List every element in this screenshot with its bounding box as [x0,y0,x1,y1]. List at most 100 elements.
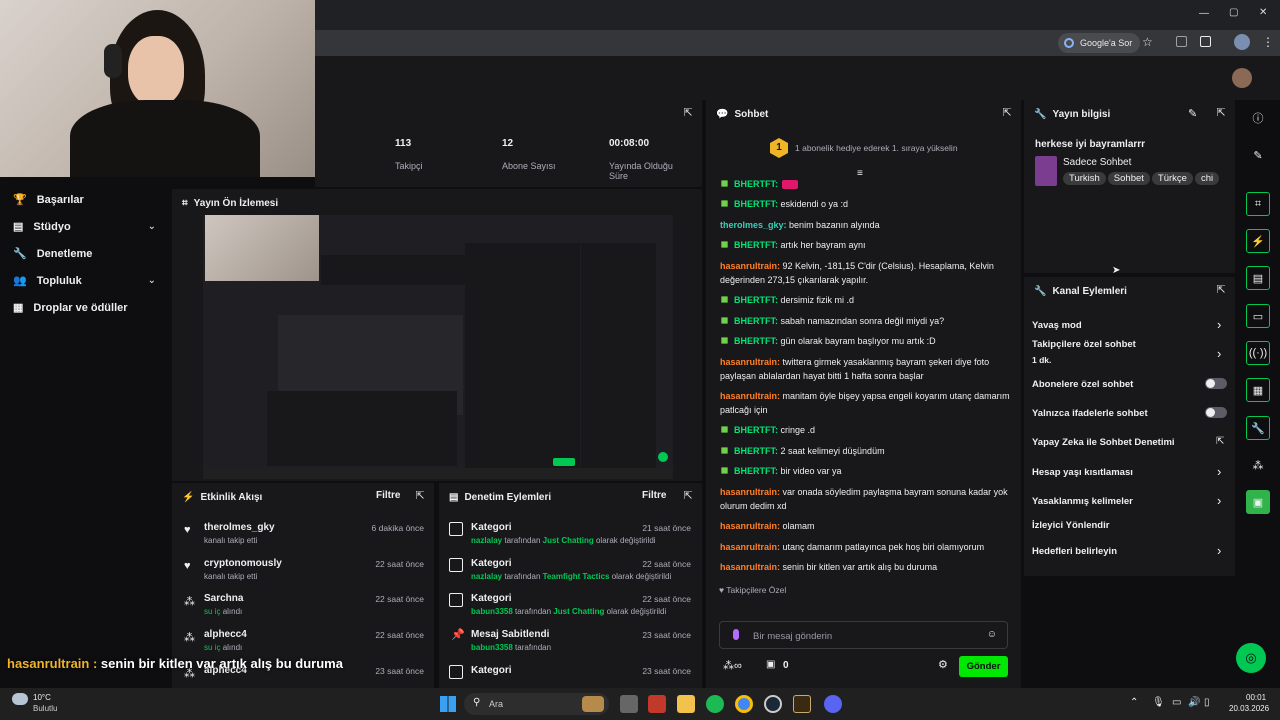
chat-input[interactable]: Bir mesaj gönderin ☺ [719,621,1008,649]
sub-only-toggle[interactable] [1205,378,1227,389]
chat-message[interactable]: BHERTFT: bir video var ya [720,464,1010,478]
chat-message[interactable]: BHERTFT: dersimiz fizik mi .d [720,293,1010,307]
hype-banner[interactable]: 1 1 abonelik hediye ederek 1. sıraya yük… [706,130,1021,166]
chevron-right-icon[interactable]: › [1217,317,1221,332]
document-icon[interactable]: ▤ [1246,266,1270,290]
chat-message[interactable]: hasanrultrain: 92 Kelvin, -181,15 C'dir … [720,259,1010,287]
chat-message[interactable]: hasanrultrain: manitam öyle bişey yapsa … [720,389,1010,417]
action-goals[interactable]: Hedefleri belirleyin [1032,540,1224,562]
chat-username[interactable]: hasanrultrain: [720,542,780,552]
chat-message[interactable]: hasanrultrain: utanç damarım patlayınca … [720,540,1010,554]
mod-filter-button[interactable]: Filtre [642,490,666,501]
app-red-icon[interactable] [648,695,666,713]
chevron-right-icon[interactable]: › [1217,464,1221,479]
action-raid[interactable]: İzleyici Yönlendir [1032,514,1224,536]
chat-username[interactable]: BHERTFT: [734,295,778,305]
tag-chip[interactable]: Türkçe [1151,172,1193,185]
action-followers-only[interactable]: Takipçilere özel sohbet [1032,339,1224,361]
chat-username[interactable]: BHERTFT: [734,446,778,456]
sidebar-item-studio[interactable]: ▤ Stüdyo [13,220,71,234]
popout-icon[interactable]: ⇱ [1001,107,1013,119]
bookmark-star-icon[interactable]: ☆ [1142,35,1153,49]
steam-icon[interactable] [764,695,782,713]
broadcast-icon[interactable]: ((·)) [1246,341,1270,365]
pencil-icon[interactable]: ✎ [1246,143,1270,167]
stream-preview-video[interactable] [203,215,673,479]
list-item[interactable]: ⁂ Sarchna su iç alındı 22 saat önce [172,591,434,627]
action-slow-mode[interactable]: Yavaş mod [1032,314,1224,336]
chat-message[interactable]: hasanrultrain: var onada söyledim paylaş… [720,485,1010,513]
chat-settings-icon[interactable]: ⚙ [938,658,948,671]
sidebar-item-moderation[interactable]: 🔧 Denetleme [13,247,92,261]
clock-date[interactable]: 20.03.2026 [1229,704,1269,713]
translate-icon[interactable] [1176,36,1187,47]
sidebar-item-achievements[interactable]: 🏆 Başarılar [13,193,84,207]
chat-message[interactable]: hasanrultrain: olamam [720,519,1010,533]
chat-username[interactable]: hasanrultrain: [720,261,780,271]
lightning-icon[interactable]: ⚡ [1246,229,1270,253]
chat-message[interactable]: hasanrultrain: senin bir kitlen var artı… [720,560,1010,574]
popout-icon[interactable]: ⇱ [682,490,694,502]
task-view-icon[interactable] [620,695,638,713]
chat-username[interactable]: BHERTFT: [734,179,778,189]
chat-message[interactable]: BHERTFT: eskidendi o ya :d [720,197,1010,211]
info-icon[interactable]: ⓘ [1246,106,1270,130]
chat-username[interactable]: BHERTFT: [734,240,778,250]
send-button[interactable]: Gönder [959,656,1008,677]
action-sub-only[interactable]: Abonelere özel sohbet [1032,373,1224,395]
category-name[interactable]: Sadece Sohbet [1063,157,1131,168]
chat-username[interactable]: hasanrultrain: [720,521,780,531]
chat-message[interactable]: BHERTFT: cringe .d [720,423,1010,437]
chat-username[interactable]: therolmes_gky: [720,220,787,230]
chevron-down-icon[interactable]: ⌄ [148,221,156,232]
network-icon[interactable]: ▭ [1172,697,1181,708]
weather-icon[interactable] [12,693,28,705]
action-ai-moderation[interactable]: Yapay Zeka ile Sohbet Denetimi [1032,431,1224,453]
chevron-down-icon[interactable]: ⌄ [148,275,156,286]
emoji-icon[interactable]: ☺ [987,629,997,640]
sidebar-item-community[interactable]: 👥 Topluluk [13,274,82,288]
camera-icon[interactable]: ⌗ [1246,192,1270,216]
chat-username[interactable]: BHERTFT: [734,316,778,326]
list-item[interactable]: Kategori nazlalay tarafından Just Chatti… [439,520,701,556]
minimize-button[interactable]: — [1199,8,1209,19]
profile-avatar-icon[interactable] [1234,34,1250,50]
wrench-icon[interactable]: 🔧 [1246,416,1270,440]
chat-username[interactable]: BHERTFT: [734,425,778,435]
chat-message[interactable]: BHERTFT: artık her bayram aynı [720,238,1010,252]
chat-username[interactable]: hasanrultrain: [720,562,780,572]
google-search-chip[interactable]: Google'a Sor [1058,33,1141,53]
maximize-button[interactable]: ▢ [1229,7,1238,18]
list-item[interactable]: 📌 Mesaj Sabitlendi babun3358 tarafından … [439,627,701,663]
file-explorer-icon[interactable] [677,695,695,713]
spotify-icon[interactable] [706,695,724,713]
mic-tray-icon[interactable]: 🎙 [1152,697,1165,708]
chevron-right-icon[interactable]: › [1217,346,1221,361]
list-item[interactable]: Kategori nazlalay tarafından Teamfight T… [439,556,701,592]
extension-icon[interactable]: ▣ [1246,490,1270,514]
windows-start-icon[interactable] [440,696,456,712]
category-thumbnail[interactable] [1035,156,1057,186]
list-item[interactable]: ♥ therolmes_gky kanalı takip etti 6 daki… [172,520,434,556]
tray-chevron-icon[interactable]: ⌃ [1130,697,1138,708]
layout-icon[interactable]: ▦ [1246,378,1270,402]
chat-bubble-icon[interactable]: ▭ [1246,304,1270,328]
tag-chip[interactable]: chi [1194,172,1220,185]
support-chat-button[interactable]: ◎ [1236,643,1266,673]
extensions-icon[interactable] [1200,36,1211,47]
emote-only-toggle[interactable] [1205,407,1227,418]
popout-icon[interactable]: ⇱ [682,107,694,119]
chat-message[interactable]: hasanrultrain: twittera girmek yasaklanm… [720,355,1010,383]
list-item[interactable]: ♥ cryptonomously kanalı takip etti 22 sa… [172,556,434,592]
chat-message[interactable]: BHERTFT: [720,177,1010,191]
user-avatar[interactable] [1232,68,1252,88]
clock-time[interactable]: 00:01 [1246,693,1266,702]
chat-username[interactable]: hasanrultrain: [720,391,780,401]
chat-message[interactable]: BHERTFT: 2 saat kelimeyi düşündüm [720,444,1010,458]
popout-icon[interactable]: ⇱ [1215,107,1227,119]
channel-points-icon[interactable]: ⁂∞ [723,659,742,672]
chat-username[interactable]: BHERTFT: [734,466,778,476]
chevron-right-icon[interactable]: › [1217,543,1221,558]
chat-message[interactable]: therolmes_gky: benim bazanın alyında [720,218,1010,232]
edit-pencil-icon[interactable]: ✎ [1188,107,1197,120]
